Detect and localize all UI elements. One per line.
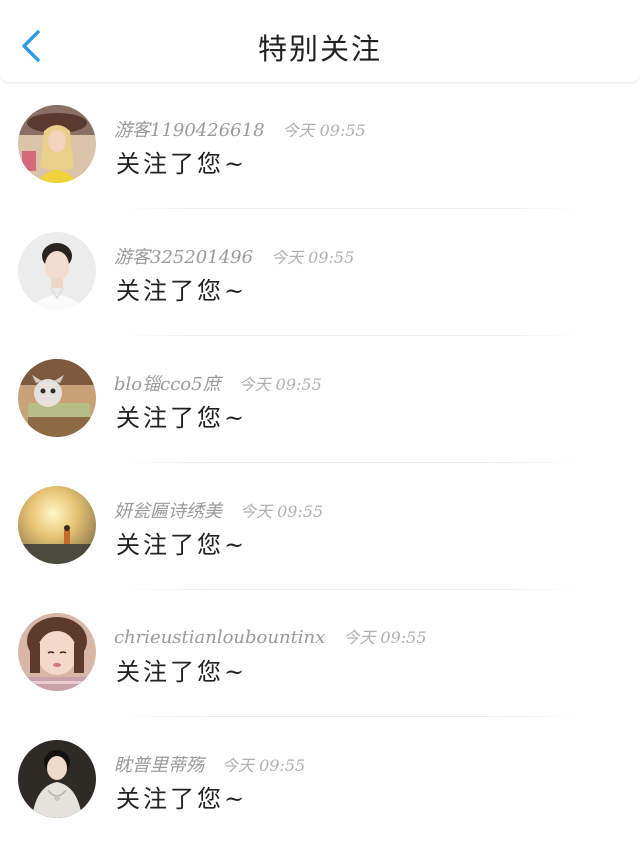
username[interactable]: blo锱cco5庶: [114, 374, 221, 395]
top-bar: 特别关注: [0, 0, 640, 83]
message-text: 关注了您~: [116, 404, 248, 432]
item-meta: 游客325201496 今天 09:55: [114, 243, 354, 269]
message-text: 关注了您~: [116, 785, 248, 813]
notification-item[interactable]: 游客1190426618 今天 09:55 关注了您~: [0, 82, 640, 209]
notification-item[interactable]: 妍瓮匾诗绣美 今天 09:55 关注了您~: [0, 463, 640, 590]
username[interactable]: 妍瓮匾诗绣美: [114, 501, 222, 522]
timestamp: 今天 09:55: [238, 375, 322, 394]
item-meta: blo锱cco5庶 今天 09:55: [114, 370, 322, 396]
item-meta: chrieustianloubountinx 今天 09:55: [114, 624, 427, 648]
item-meta: 妍瓮匾诗绣美 今天 09:55: [114, 497, 323, 523]
timestamp: 今天 09:55: [240, 502, 324, 521]
username[interactable]: chrieustianloubountinx: [114, 627, 325, 648]
page-title: 特别关注: [257, 32, 382, 66]
username[interactable]: 游客325201496: [114, 247, 253, 268]
timestamp: 今天 09:55: [271, 248, 355, 267]
user-avatar[interactable]: [18, 486, 96, 564]
notification-item[interactable]: 游客325201496 今天 09:55 关注了您~: [0, 209, 640, 336]
item-meta: 眈普里蒂殇 今天 09:55: [114, 751, 305, 777]
timestamp: 今天 09:55: [282, 121, 366, 140]
notification-item[interactable]: chrieustianloubountinx 今天 09:55 关注了您~: [0, 590, 640, 717]
user-avatar[interactable]: [18, 232, 96, 310]
timestamp: 今天 09:55: [343, 628, 427, 647]
message-text: 关注了您~: [116, 531, 248, 559]
timestamp: 今天 09:55: [222, 756, 306, 775]
notification-item[interactable]: 眈普里蒂殇 今天 09:55 关注了您~: [0, 717, 640, 844]
username[interactable]: 眈普里蒂殇: [114, 755, 204, 776]
user-avatar[interactable]: [18, 740, 96, 818]
user-avatar[interactable]: [18, 613, 96, 691]
user-avatar[interactable]: [18, 359, 96, 437]
notification-item[interactable]: blo锱cco5庶 今天 09:55 关注了您~: [0, 336, 640, 463]
item-meta: 游客1190426618 今天 09:55: [114, 116, 366, 142]
message-text: 关注了您~: [116, 658, 248, 686]
user-avatar[interactable]: [18, 105, 96, 183]
username[interactable]: 游客1190426618: [114, 120, 265, 141]
message-text: 关注了您~: [116, 150, 248, 178]
notification-list: 游客1190426618 今天 09:55 关注了您~ 游客325201496 今天…: [0, 82, 640, 844]
message-text: 关注了您~: [116, 277, 248, 305]
